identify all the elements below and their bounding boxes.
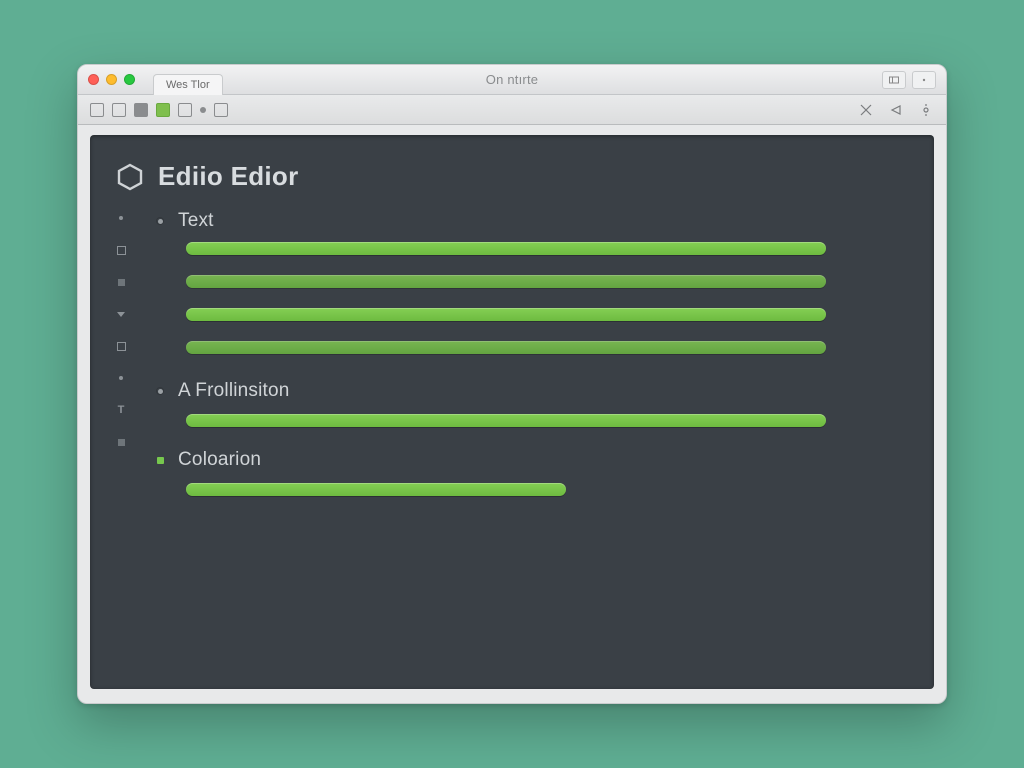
titlebar-right-controls [882, 71, 936, 89]
text-line[interactable] [186, 341, 826, 354]
section-heading-text: Text [156, 210, 874, 232]
window-title: On ntırte [486, 72, 538, 87]
bullet-dot-icon [156, 217, 164, 225]
toolbar-right [858, 102, 934, 118]
gutter-marker [116, 243, 126, 257]
gutter-marker [116, 211, 126, 225]
app-window: Wes Tlor On ntırte [77, 64, 947, 704]
gutter: T [116, 211, 126, 449]
file-icon[interactable] [90, 103, 104, 117]
panel-toggle-button[interactable] [882, 71, 906, 89]
run-icon[interactable] [156, 103, 170, 117]
minimize-button[interactable] [106, 74, 117, 85]
text-line[interactable] [186, 275, 826, 288]
text-line[interactable] [186, 483, 566, 496]
bullet-square-icon [156, 456, 164, 464]
gutter-marker [116, 339, 126, 353]
more-button[interactable] [912, 71, 936, 89]
zoom-button[interactable] [124, 74, 135, 85]
tab-document[interactable]: Wes Tlor [153, 74, 223, 96]
bullet-dot-icon [156, 387, 164, 395]
cut-icon[interactable] [858, 102, 874, 118]
section-heading-frollinsiton: A Frollinsiton [156, 380, 874, 402]
text-line[interactable] [186, 308, 826, 321]
format-icon[interactable] [214, 103, 228, 117]
gutter-marker [116, 307, 126, 321]
layout-icon[interactable] [178, 103, 192, 117]
gutter-marker: T [116, 403, 126, 417]
share-icon[interactable] [888, 102, 904, 118]
tab-label: Wes Tlor [166, 79, 210, 91]
content-lines [186, 483, 874, 496]
window-controls [88, 74, 135, 85]
text-line[interactable] [186, 242, 826, 255]
gutter-marker [116, 435, 126, 449]
section-label: Coloarion [178, 449, 261, 471]
section-label: A Frollinsiton [178, 380, 290, 402]
section-label: Text [178, 210, 214, 232]
editor-pane[interactable]: Ediio Edior T Text A Frollinsiton [90, 135, 934, 689]
section-heading-coloarion: Coloarion [156, 449, 874, 471]
text-line[interactable] [186, 414, 826, 427]
bullet-icon[interactable] [200, 107, 206, 113]
titlebar: Wes Tlor On ntırte [78, 65, 946, 95]
gutter-marker [116, 275, 126, 289]
save-icon[interactable] [134, 103, 148, 117]
gutter-marker [116, 371, 126, 385]
hexagon-icon [116, 163, 144, 191]
content-lines [186, 242, 874, 354]
settings-icon[interactable] [918, 102, 934, 118]
document-heading: Ediio Edior [158, 161, 299, 192]
close-button[interactable] [88, 74, 99, 85]
content-lines [186, 414, 874, 427]
folder-icon[interactable] [112, 103, 126, 117]
document-heading-row: Ediio Edior [116, 161, 874, 192]
toolbar [78, 95, 946, 125]
